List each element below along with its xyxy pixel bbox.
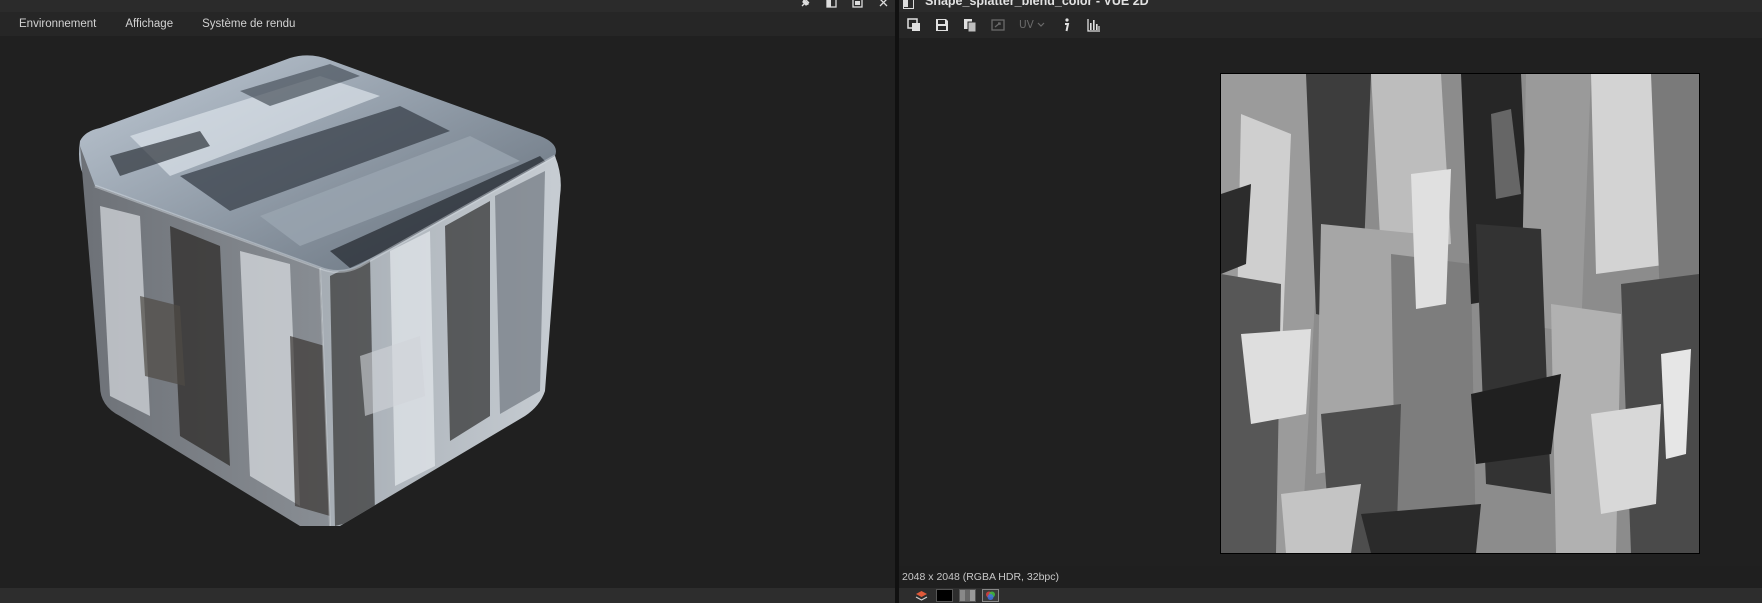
3d-view-statusbar — [0, 588, 897, 603]
panel-icon — [903, 0, 914, 9]
uv-dropdown: UV — [1015, 19, 1049, 31]
menu-display[interactable]: Affichage — [115, 18, 183, 30]
window-controls — [799, 0, 889, 11]
image-info: 2048 x 2048 (RGBA HDR, 32bpc) — [902, 571, 1059, 583]
maximize-icon[interactable] — [851, 0, 863, 11]
2d-view-titlebar: Shape_splatter_blend_color - VUE 2D — [899, 0, 1762, 12]
texture-preview — [1220, 73, 1700, 554]
rgb-channel-icon[interactable] — [982, 589, 999, 602]
alpha-channel-icon[interactable] — [936, 589, 953, 602]
layers-icon[interactable] — [913, 589, 930, 602]
splatter-texture — [1221, 74, 1699, 553]
2d-view-panel: Shape_splatter_blend_color - VUE 2D UV 2… — [899, 0, 1762, 603]
grayscale-channel-icon[interactable] — [959, 589, 976, 602]
duplicate-icon[interactable] — [959, 15, 981, 35]
info-icon[interactable] — [1055, 15, 1077, 35]
channel-bar — [899, 588, 1762, 603]
histogram-icon[interactable] — [1083, 15, 1105, 35]
pin-icon[interactable] — [799, 0, 811, 11]
2d-view-statusbar: 2048 x 2048 (RGBA HDR, 32bpc) — [899, 566, 1762, 588]
save-icon[interactable] — [931, 15, 953, 35]
app-window: Environnement Affichage Système de rendu — [0, 0, 1762, 603]
menu-renderer[interactable]: Système de rendu — [192, 18, 305, 30]
3d-view-titlebar — [0, 0, 897, 12]
2d-viewport[interactable] — [899, 38, 1762, 566]
tile-icon — [987, 15, 1009, 35]
uv-label: UV — [1019, 19, 1034, 31]
close-icon[interactable] — [877, 0, 889, 11]
chevron-down-icon — [1037, 19, 1045, 31]
textured-cube — [79, 55, 561, 527]
2d-view-toolbar: UV — [899, 12, 1762, 38]
3d-viewport[interactable] — [0, 36, 897, 588]
menu-environment[interactable]: Environnement — [9, 18, 106, 30]
2d-view-title: Shape_splatter_blend_color - VUE 2D — [925, 0, 1149, 8]
3d-view-panel: Environnement Affichage Système de rendu — [0, 0, 897, 603]
copy-icon[interactable] — [903, 15, 925, 35]
dock-icon[interactable] — [825, 0, 837, 11]
3d-view-menubar: Environnement Affichage Système de rendu — [0, 12, 897, 36]
